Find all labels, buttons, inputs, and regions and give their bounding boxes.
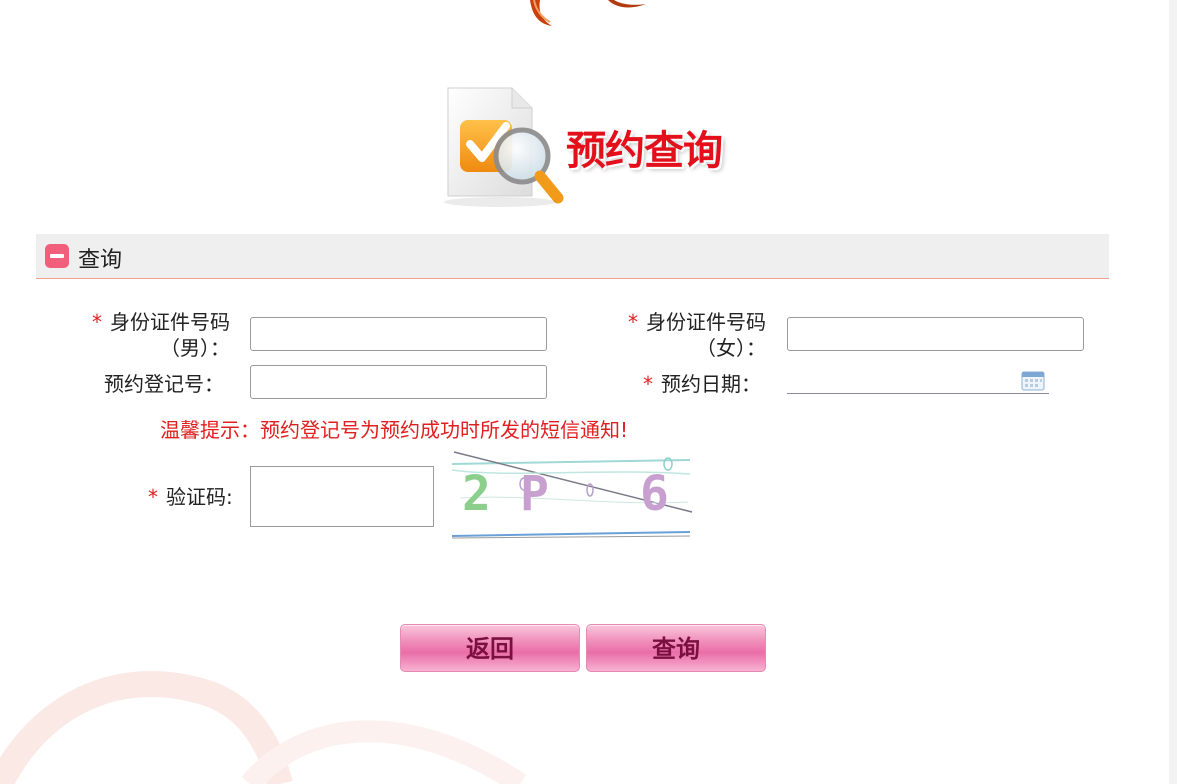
required-mark: * [148,485,158,509]
reg-no-input[interactable] [250,365,547,399]
id-male-input[interactable] [250,317,547,351]
captcha-char: 2 [462,466,491,522]
captcha-char: 6 [640,466,669,522]
reg-no-label: 预约登记号： [104,372,224,396]
background-swirl [0,671,527,784]
magnifier-check-icon [444,87,564,207]
captcha-input[interactable] [250,466,434,527]
required-mark: * [628,310,638,334]
date-input[interactable] [787,368,1049,394]
page-right-edge [1169,0,1177,784]
captcha-label: * 验证码: [148,485,233,509]
captcha-char: P [520,466,549,522]
captcha-image[interactable]: 2 P 6 [450,450,694,540]
id-female-input[interactable] [787,317,1084,351]
logo-title: 预约查询 [566,128,723,174]
required-mark: * [643,372,653,396]
top-ornament [530,0,646,26]
back-button[interactable]: 返回 [400,624,580,672]
id-female-label: * 身份证件号码 （女）： [628,310,766,360]
required-mark: * [92,310,102,334]
id-male-label: * 身份证件号码 （男）： [92,310,230,360]
date-label: * 预约日期： [643,372,761,396]
warm-tip: 温馨提示：预约登记号为预约成功时所发的短信通知! [160,418,629,442]
query-button[interactable]: 查询 [586,624,766,672]
collapse-icon[interactable] [45,244,69,268]
calendar-icon[interactable] [1021,371,1045,391]
section-title: 查询 [78,248,123,273]
section-header: 查询 [36,234,1109,279]
